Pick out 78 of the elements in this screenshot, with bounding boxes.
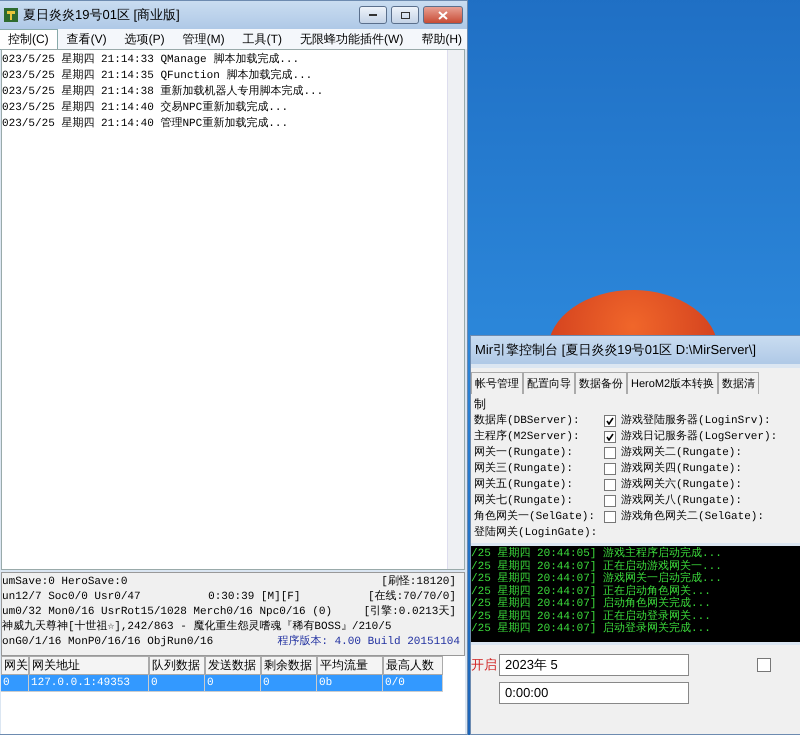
checkbox[interactable] (604, 431, 616, 443)
log-line: 023/5/25 星期四 21:14:33 QManage 脚本加载完成... (2, 52, 300, 68)
log-line: /25 星期四 20:44:07] 启动角色网关完成... (471, 598, 712, 610)
column-header[interactable]: 剩余数据 (261, 656, 317, 675)
date-field[interactable]: 2023年 5 (499, 654, 689, 676)
menu-item[interactable]: 无限蜂功能插件(W) (291, 28, 412, 50)
log-line: 023/5/25 星期四 21:14:38 重新加载机器人专用脚本完成... (2, 84, 324, 100)
column-header[interactable]: 队列数据 (149, 656, 205, 675)
start-label: 开启 (471, 656, 498, 674)
status-text: 神威九天尊神[十世祖☆],242/863 - 魔化重生怨灵嗜魂『稀有BOSS』/210/5 (2, 620, 392, 634)
clock-text: 0:30:39 [M][F] (208, 590, 301, 605)
checkbox[interactable] (604, 479, 616, 491)
server-label: 角色网关一(SelGate): (474, 509, 596, 525)
close-button[interactable] (423, 6, 463, 24)
tab[interactable]: 配置向导 (523, 372, 575, 394)
server-label: 数据库(DBServer): (474, 413, 581, 429)
log-line: /25 星期四 20:44:07] 正在启动游戏网关一... (471, 560, 723, 572)
server-label: 游戏网关四(Rungate): (621, 461, 742, 477)
server-label: 网关五(Rungate): (474, 477, 574, 493)
column-header[interactable]: 最高人数 (383, 656, 443, 675)
server-label: 网关七(Rungate): (474, 493, 574, 509)
menu-item[interactable]: 帮助(H) (412, 28, 471, 50)
log-line: 023/5/25 星期四 21:14:35 QFunction 脚本加载完成... (2, 68, 314, 84)
menu-item[interactable]: 控制(C) (0, 28, 58, 50)
server-label: 主程序(M2Server): (474, 429, 581, 445)
server-label: 游戏登陆服务器(LoginSrv): (621, 413, 771, 429)
column-header[interactable]: 发送数据 (205, 656, 261, 675)
checkbox[interactable] (604, 463, 616, 475)
server-label: 网关三(Rungate): (474, 461, 574, 477)
log-line: /25 星期四 20:44:07] 游戏网关一启动完成... (471, 573, 723, 585)
minimize-icon (369, 14, 377, 16)
checkbox[interactable] (604, 415, 616, 427)
checkbox[interactable] (604, 495, 616, 507)
window-title: Mir引擎控制台 [夏日炎炎19号01区 D:\MirServer\] (475, 341, 757, 359)
tab[interactable]: 数据清 (718, 372, 760, 394)
server-label: 网关一(Rungate): (474, 445, 574, 461)
status-text: [引擎:0.0213天] (364, 605, 457, 620)
tab[interactable]: 数据备份 (575, 372, 627, 394)
server-label: 游戏日记服务器(LogServer): (621, 429, 778, 445)
log-line: /25 星期四 20:44:07] 正在启动登录网关... (471, 610, 712, 622)
group-title: 制 (474, 396, 488, 413)
column-header[interactable]: 网关地址 (29, 656, 149, 675)
app-icon (3, 7, 19, 23)
menu-item[interactable]: 选项(P) (116, 28, 174, 50)
status-text: [刷怪:18120] (381, 575, 457, 590)
server-label: 游戏网关八(Rungate): (621, 493, 742, 509)
maximize-icon (400, 12, 410, 18)
close-icon (438, 10, 448, 20)
scrollbar[interactable] (447, 50, 464, 569)
version-text: 程序版本: 4.00 Build 20151104 (277, 635, 461, 650)
server-label: 游戏网关二(Rungate): (621, 445, 742, 461)
checkbox[interactable] (757, 658, 771, 672)
menu-item[interactable]: 工具(T) (234, 28, 291, 50)
status-text: um0/32 Mon0/16 UsrRot15/1028 Merch0/16 Npc0/16 (0) (2, 605, 332, 620)
server-label: 游戏网关六(Rungate): (621, 477, 742, 493)
log-line: /25 星期四 20:44:05] 游戏主程序启动完成... (471, 548, 723, 560)
server-label: 游戏角色网关二(SelGate): (621, 509, 764, 525)
tab[interactable]: HeroM2版本转换 (627, 372, 718, 394)
checkbox[interactable] (604, 511, 616, 523)
log-line: 023/5/25 星期四 21:14:40 管理NPC重新加载完成... (2, 116, 290, 132)
status-text: [在线:70/70/0] (368, 590, 457, 605)
column-header[interactable]: 网关 (1, 656, 29, 675)
log-line: /25 星期四 20:44:07] 正在启动角色网关... (471, 586, 712, 598)
log-line: 023/5/25 星期四 21:14:40 交易NPC重新加载完成... (2, 100, 290, 116)
time-field[interactable]: 0:00:00 (499, 682, 689, 704)
server-label: 登陆网关(LoginGate): (474, 525, 598, 541)
menu-item[interactable]: 查看(V) (58, 28, 116, 50)
tab[interactable]: 帐号管理 (471, 372, 523, 394)
status-text: un12/7 Soc0/0 Usr0/47 (2, 590, 141, 605)
minimize-button[interactable] (359, 6, 387, 24)
checkbox[interactable] (604, 447, 616, 459)
log-line: /25 星期四 20:44:07] 启动登录网关完成... (471, 623, 712, 636)
status-text: onG0/1/16 MonP0/16/16 ObjRun0/16 (2, 635, 214, 650)
column-header[interactable]: 平均流量 (317, 656, 383, 675)
window-title: 夏日炎炎19号01区 [商业版] (23, 6, 181, 24)
status-text: umSave:0 HeroSave:0 (2, 575, 128, 590)
menu-item[interactable]: 管理(M) (174, 28, 234, 50)
maximize-button[interactable] (391, 6, 419, 24)
